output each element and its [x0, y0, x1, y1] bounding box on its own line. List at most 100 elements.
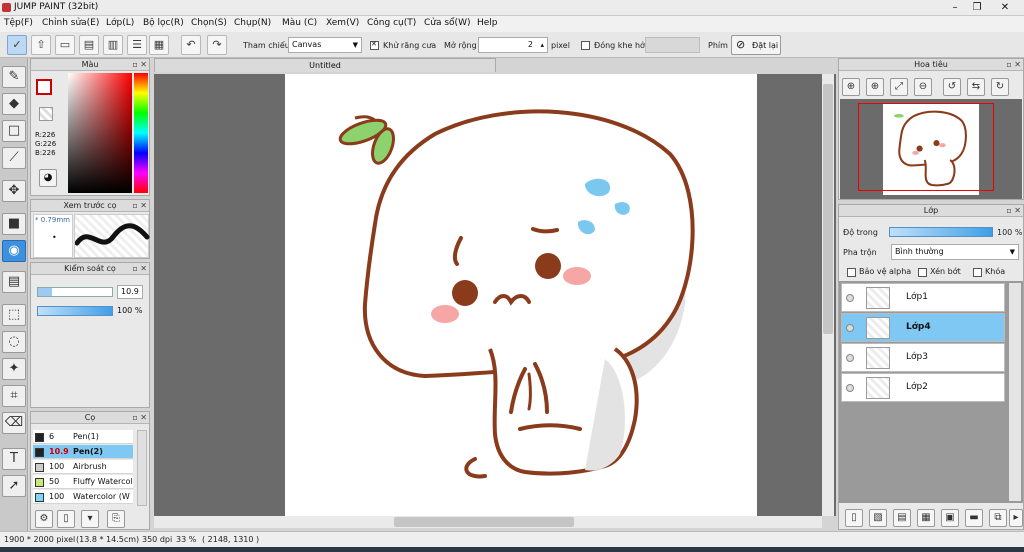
viewport-rect[interactable]	[858, 103, 994, 191]
visibility-icon[interactable]	[846, 294, 854, 302]
visibility-icon[interactable]	[846, 354, 854, 362]
select-eraser-tool-icon[interactable]: ⌫	[2, 412, 26, 434]
zoom-fit-icon[interactable]: ⊕	[842, 78, 860, 96]
layer-row[interactable]: Lớp3	[841, 343, 1005, 372]
brush-settings-icon[interactable]: ⚙	[35, 510, 53, 528]
document-tab[interactable]: Untitled	[154, 58, 496, 72]
palette-icon[interactable]: ◕	[39, 169, 57, 187]
layer-menu-icon[interactable]: ▸	[1009, 509, 1023, 527]
brush-item[interactable]: 100 Airbrush	[33, 460, 133, 474]
brush-item[interactable]: 100 Watercolor (W	[33, 490, 133, 504]
document-icon[interactable]: ▥	[103, 35, 123, 55]
menu-file[interactable]: Tệp(F)	[4, 18, 33, 28]
layer-row[interactable]: Lớp2	[841, 373, 1005, 402]
minimize-icon[interactable]: –	[946, 1, 964, 14]
lasso-tool-icon[interactable]: ◌	[2, 331, 26, 353]
line-tool-icon[interactable]: ⟋	[2, 147, 26, 169]
folder-icon[interactable]: ▬	[965, 509, 983, 527]
panel-buttons-icon[interactable]: ▫ ✕	[1006, 206, 1021, 215]
redo-icon[interactable]: ↷	[207, 35, 227, 55]
brush-tool-icon[interactable]: ✎	[2, 66, 26, 88]
visibility-icon[interactable]	[846, 324, 854, 332]
new-raster-icon[interactable]: ▤	[893, 509, 911, 527]
layer-row[interactable]: Lớp1	[841, 283, 1005, 312]
lock-checkbox[interactable]	[973, 268, 982, 277]
menu-window[interactable]: Cửa sổ(W)	[424, 18, 470, 28]
drawing-canvas[interactable]	[285, 74, 757, 516]
hue-slider[interactable]	[134, 73, 148, 193]
comment-icon[interactable]: ▭	[55, 35, 75, 55]
horizontal-scroll-thumb[interactable]	[394, 517, 574, 527]
menu-help[interactable]: Help	[477, 18, 498, 28]
menu-select[interactable]: Chọn(S)	[191, 18, 227, 28]
new-layer-type-icon[interactable]: ▧	[869, 509, 887, 527]
transparent-swatch[interactable]	[39, 107, 53, 121]
fill-rect-tool-icon[interactable]: ■	[2, 213, 26, 235]
antialias-checkbox[interactable]: ✕	[370, 40, 379, 50]
menu-edit[interactable]: Chỉnh sửa(E)	[42, 18, 99, 28]
size-slider[interactable]	[37, 287, 113, 297]
eraser-tool-icon[interactable]: ◆	[2, 93, 26, 115]
duplicate-layer-icon[interactable]: ⧉	[989, 509, 1007, 527]
visibility-icon[interactable]	[846, 384, 854, 392]
layer-row-selected[interactable]: Lớp4	[841, 313, 1005, 342]
expand-spinner[interactable]: 2 ▴	[478, 37, 548, 53]
menu-color[interactable]: Màu (C)	[282, 18, 317, 28]
reset-button[interactable]: ⊘ Đặt lại	[731, 35, 781, 55]
panel-buttons-icon[interactable]: ▫ ✕	[132, 60, 147, 69]
new-layer-icon[interactable]: ▯	[845, 509, 863, 527]
chat-icon[interactable]: ▤	[79, 35, 99, 55]
panel-buttons-icon[interactable]: ▫ ✕	[132, 201, 147, 210]
panel-buttons-icon[interactable]: ▫ ✕	[132, 413, 147, 422]
select-pen-tool-icon[interactable]: ⌗	[2, 385, 26, 407]
blend-mode-select[interactable]: Bình thường ▼	[891, 244, 1019, 260]
layer-mask-icon[interactable]: ▣	[941, 509, 959, 527]
export-icon[interactable]: ⇧	[31, 35, 51, 55]
close-gap-checkbox[interactable]	[581, 41, 590, 50]
operation-tool-icon[interactable]: ➚	[2, 475, 26, 497]
rect-select-tool-icon[interactable]: ⬚	[2, 304, 26, 326]
move-tool-icon[interactable]: ✥	[2, 180, 26, 202]
menu-tools[interactable]: Công cụ(T)	[367, 18, 416, 28]
new-tone-icon[interactable]: ▦	[917, 509, 935, 527]
flip-icon[interactable]: ⇆	[967, 78, 985, 96]
rotate-right-icon[interactable]: ↻	[991, 78, 1009, 96]
close-icon[interactable]: ✕	[996, 1, 1014, 14]
brush-item[interactable]: 6 Pen(1)	[33, 430, 133, 444]
horizontal-scrollbar[interactable]	[154, 516, 822, 528]
clip-checkbox[interactable]	[918, 268, 927, 277]
reference-select[interactable]: Canvas ▼	[288, 37, 362, 53]
panel-buttons-icon[interactable]: ▫ ✕	[1006, 60, 1021, 69]
fit-screen-icon[interactable]: ⤢	[890, 78, 908, 96]
menu-view[interactable]: Xem(V)	[326, 18, 359, 28]
zoom-in-icon[interactable]: ⊕	[866, 78, 884, 96]
menu-layer[interactable]: Lớp(L)	[106, 18, 134, 28]
navigator-preview[interactable]	[840, 99, 1022, 199]
layer-opacity-slider[interactable]	[889, 227, 993, 237]
text-tool-icon[interactable]: T	[2, 448, 26, 470]
opacity-slider[interactable]	[37, 306, 113, 316]
vertical-scroll-thumb[interactable]	[823, 84, 833, 334]
foreground-color-swatch[interactable]	[36, 79, 52, 95]
vertical-scrollbar[interactable]	[822, 74, 834, 516]
grid-icon[interactable]: ▦	[149, 35, 169, 55]
size-value[interactable]: 10.9	[117, 285, 143, 299]
page-icon[interactable]: ☰	[127, 35, 147, 55]
brush-item-selected[interactable]: 10.9 Pen(2)	[33, 445, 133, 459]
snap-icon[interactable]: ✓	[7, 35, 27, 55]
brush-menu-icon[interactable]: ▾	[81, 510, 99, 528]
menu-filter[interactable]: Bộ lọc(R)	[143, 18, 184, 28]
panel-buttons-icon[interactable]: ▫ ✕	[132, 264, 147, 273]
magic-wand-tool-icon[interactable]: ✦	[2, 358, 26, 380]
gradient-tool-icon[interactable]: ▤	[2, 271, 26, 293]
protect-alpha-checkbox[interactable]	[847, 268, 856, 277]
menu-capture[interactable]: Chụp(N)	[234, 18, 271, 28]
brush-list-scrollbar[interactable]	[137, 430, 147, 506]
saturation-value-field[interactable]	[68, 73, 132, 193]
zoom-out-icon[interactable]: ⊖	[914, 78, 932, 96]
undo-icon[interactable]: ↶	[181, 35, 201, 55]
rotate-left-icon[interactable]: ↺	[943, 78, 961, 96]
new-brush-icon[interactable]: ▯	[57, 510, 75, 528]
brush-item[interactable]: 50 Fluffy Watercol	[33, 475, 133, 489]
brush-export-icon[interactable]: ⎘	[107, 510, 125, 528]
